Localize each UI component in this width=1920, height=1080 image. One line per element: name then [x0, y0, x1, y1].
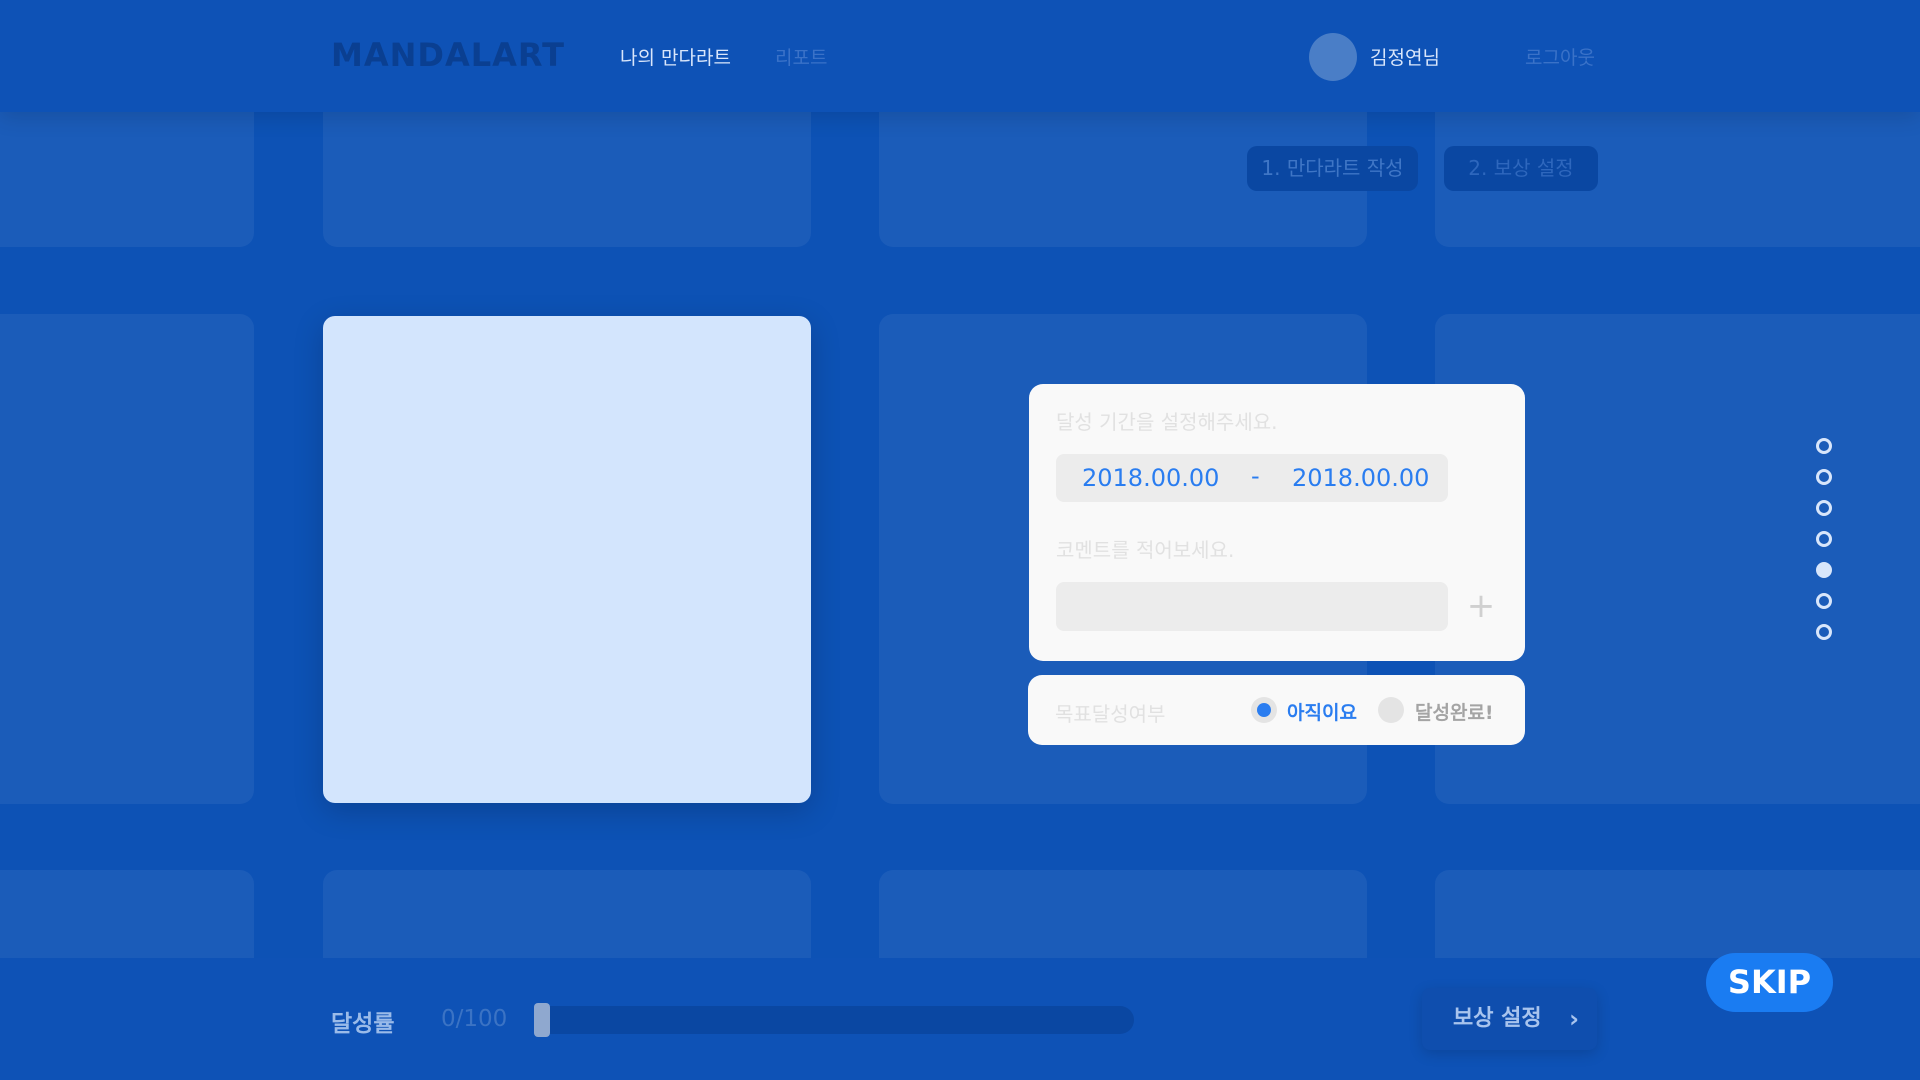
page-dot[interactable]	[1816, 438, 1832, 454]
grid-cell-bg	[323, 95, 811, 247]
radio-not-yet-label[interactable]: 아직이요	[1287, 698, 1357, 725]
reward-setting-button[interactable]: 보상 설정 ›	[1422, 988, 1597, 1050]
date-range-field[interactable]: 2018.00.00 - 2018.00.00	[1056, 454, 1448, 502]
logo[interactable]: MANDALART	[331, 36, 565, 74]
achievement-rate-label: 달성률	[331, 1011, 395, 1037]
avatar[interactable]	[1309, 33, 1357, 81]
top-header: MANDALART 나의 만다라트 리포트 김정연님 로그아웃	[0, 0, 1920, 112]
chevron-right-icon: ›	[1569, 1005, 1579, 1033]
grid-cell-bg	[0, 314, 254, 804]
comment-input[interactable]	[1056, 582, 1448, 631]
page-dot[interactable]	[1816, 469, 1832, 485]
nav-report[interactable]: 리포트	[775, 43, 827, 70]
period-label: 달성 기간을 설정해주세요.	[1056, 410, 1278, 434]
radio-not-yet[interactable]	[1251, 697, 1277, 723]
progress-handle[interactable]	[534, 1003, 550, 1037]
page-dot[interactable]	[1816, 531, 1832, 547]
comment-label: 코멘트를 적어보세요.	[1056, 538, 1235, 562]
user-name: 김정연님	[1370, 47, 1440, 69]
nav-my-mandalart[interactable]: 나의 만다라트	[620, 43, 731, 70]
logout-link[interactable]: 로그아웃	[1525, 43, 1595, 70]
bottom-bar: 달성률 0/100 보상 설정 ›	[0, 958, 1920, 1080]
page-dot[interactable]	[1816, 624, 1832, 640]
selected-mandalart-cell[interactable]	[323, 316, 811, 803]
step-write-mandalart[interactable]: 1. 만다라트 작성	[1247, 146, 1418, 191]
page-dot[interactable]	[1816, 500, 1832, 516]
step-reward-setting[interactable]: 2. 보상 설정	[1444, 146, 1598, 191]
achievement-rate-value: 0/100	[441, 1006, 508, 1032]
radio-achieved[interactable]	[1378, 697, 1404, 723]
grid-cell-bg	[0, 95, 254, 247]
start-date[interactable]: 2018.00.00	[1082, 464, 1219, 492]
achievement-status-panel: 목표달성여부 아직이요 달성완료!	[1028, 675, 1525, 745]
reward-setting-label: 보상 설정	[1453, 1006, 1542, 1031]
plus-icon[interactable]: +	[1465, 589, 1497, 623]
radio-achieved-label[interactable]: 달성완료!	[1415, 698, 1494, 725]
skip-button[interactable]: SKIP	[1706, 953, 1833, 1012]
end-date[interactable]: 2018.00.00	[1292, 464, 1429, 492]
achievement-label: 목표달성여부	[1055, 702, 1166, 726]
page-dot[interactable]	[1816, 593, 1832, 609]
goal-settings-panel: 달성 기간을 설정해주세요. 2018.00.00 - 2018.00.00 코…	[1029, 384, 1525, 661]
progress-bar	[534, 1003, 1134, 1037]
date-separator: -	[1251, 462, 1260, 490]
page-dot-active[interactable]	[1816, 562, 1832, 578]
